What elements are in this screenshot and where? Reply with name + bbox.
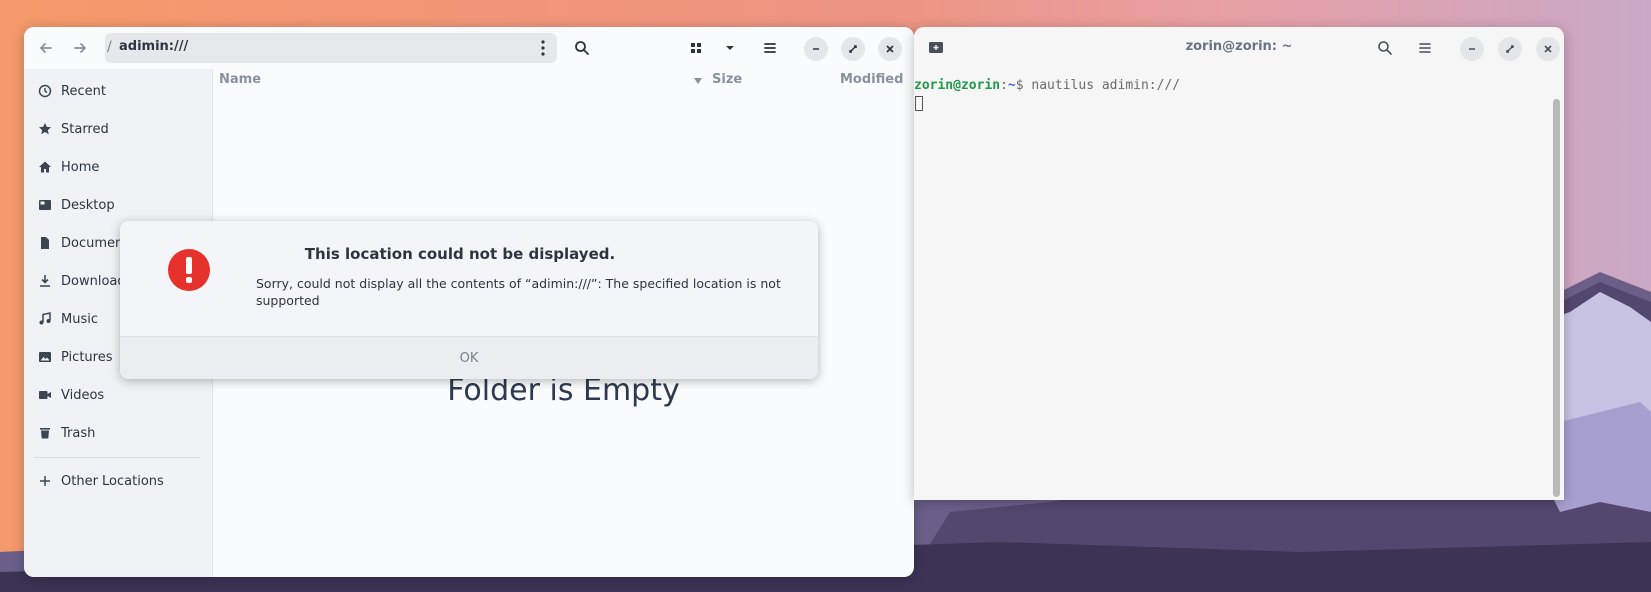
home-icon — [38, 160, 52, 174]
dialog-title: This location could not be displayed. — [304, 245, 616, 263]
download-icon — [38, 274, 52, 288]
terminal-minimize-button[interactable] — [1460, 37, 1484, 61]
sidebar-item-label: Music — [61, 311, 98, 327]
minimize-icon — [813, 48, 819, 50]
sidebar-item-downloads[interactable]: Downloads — [38, 269, 132, 293]
star-icon — [38, 122, 52, 136]
hamburger-icon[interactable] — [1417, 40, 1433, 56]
terminal-cursor — [915, 96, 923, 111]
grid-icon — [691, 43, 701, 53]
back-button[interactable] — [32, 34, 60, 62]
column-modified[interactable]: Modified — [840, 72, 903, 87]
forward-button[interactable] — [66, 34, 94, 62]
path-label[interactable]: adimin:/// — [119, 39, 188, 54]
close-icon — [886, 45, 894, 53]
arrow-right-icon — [74, 43, 86, 53]
terminal-maximize-button[interactable] — [1498, 37, 1522, 61]
path-separator: / — [107, 39, 112, 55]
files-headerbar: / adimin:/// — [24, 27, 914, 69]
prompt-path: ~ — [1007, 78, 1016, 93]
terminal-headerbar: zorin@zorin: ~ — [914, 27, 1564, 69]
clock-icon — [38, 84, 52, 98]
sidebar-item-desktop[interactable]: Desktop — [38, 193, 115, 217]
sidebar-item-music[interactable]: Music — [38, 307, 98, 331]
sidebar-item-label: Starred — [61, 121, 109, 137]
sidebar-item-trash[interactable]: Trash — [38, 421, 95, 445]
terminal-scrollbar[interactable] — [1553, 99, 1560, 497]
music-icon — [38, 312, 52, 326]
sidebar-item-label: Other Locations — [61, 473, 164, 489]
close-icon — [1544, 45, 1552, 53]
arrow-left-icon — [40, 43, 52, 53]
sort-descending-icon[interactable] — [693, 77, 703, 85]
view-options-button[interactable] — [716, 34, 744, 62]
error-dialog: This location could not be displayed. So… — [120, 221, 818, 379]
location-bar[interactable]: / adimin:/// — [105, 33, 557, 63]
document-icon — [38, 236, 52, 250]
sidebar-item-label: Pictures — [61, 349, 113, 365]
prompt-symbol: $ — [1015, 78, 1024, 93]
sidebar-item-starred[interactable]: Starred — [38, 117, 109, 141]
sidebar-item-label: Desktop — [61, 197, 115, 213]
chevron-down-icon — [726, 46, 734, 50]
minimize-button[interactable] — [804, 37, 828, 61]
plus-icon — [38, 474, 52, 488]
sidebar-item-label: Videos — [61, 387, 105, 403]
column-name[interactable]: Name — [219, 72, 261, 87]
prompt-user: zorin@zorin — [914, 78, 1001, 93]
maximize-icon — [1506, 45, 1514, 53]
maximize-button[interactable] — [841, 37, 865, 61]
sidebar-item-label: Trash — [61, 425, 96, 441]
sidebar-item-videos[interactable]: Videos — [38, 383, 104, 407]
terminal-command: nautilus adimin:/// — [1023, 78, 1181, 93]
search-icon[interactable] — [1377, 40, 1393, 56]
terminal-close-button[interactable] — [1536, 37, 1560, 61]
main-menu-button[interactable] — [756, 34, 784, 62]
close-button[interactable] — [878, 37, 902, 61]
minimize-icon — [1469, 48, 1475, 50]
sidebar-item-home[interactable]: Home — [38, 155, 99, 179]
ok-button[interactable]: OK — [120, 336, 818, 379]
search-icon — [575, 41, 589, 55]
picture-icon — [38, 350, 52, 364]
more-options-icon[interactable] — [541, 40, 545, 56]
search-button[interactable] — [568, 34, 596, 62]
sidebar-item-label: Home — [61, 159, 100, 175]
sidebar-item-other-locations[interactable]: Other Locations — [38, 469, 164, 493]
maximize-icon — [849, 45, 857, 53]
prompt-separator: : — [1000, 78, 1008, 93]
sidebar-item-pictures[interactable]: Pictures — [38, 345, 112, 369]
column-size[interactable]: Size — [712, 72, 742, 87]
sidebar-item-label: Recent — [61, 83, 106, 99]
video-icon — [38, 388, 52, 402]
terminal-output[interactable]: zorin@zorin:~$ nautilus adimin:/// — [914, 71, 1550, 500]
terminal-line: zorin@zorin:~$ nautilus adimin:/// — [914, 78, 1180, 93]
hamburger-icon — [764, 43, 776, 53]
dialog-message: Sorry, could not display all the content… — [256, 276, 781, 308]
column-headers: Name Size Modified — [213, 69, 914, 93]
error-icon — [168, 249, 210, 291]
grid-view-button[interactable] — [682, 34, 710, 62]
desktop-icon — [38, 198, 52, 212]
sidebar-item-recent[interactable]: Recent — [38, 79, 106, 103]
sidebar-separator — [34, 457, 200, 458]
terminal-window: zorin@zorin: ~ zorin@zorin:~$ nautilus a… — [914, 27, 1564, 500]
trash-icon — [38, 426, 52, 440]
